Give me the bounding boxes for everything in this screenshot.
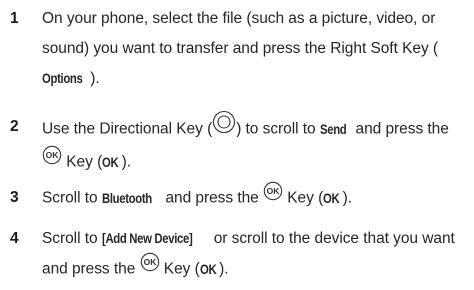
step-text-segment: ). [121, 153, 132, 171]
svg-text:OK: OK [46, 150, 60, 160]
options-keyword: Options [42, 71, 83, 86]
svg-text:OK: OK [143, 257, 157, 267]
step-number: 1 [10, 10, 19, 27]
step-number: 2 [10, 118, 19, 135]
step-number: 3 [10, 189, 19, 206]
step-text: Scroll to [Add New Device] or scroll to … [42, 224, 467, 285]
step-text-segment: Scroll to [42, 230, 102, 247]
step-text-segment: ). [342, 189, 353, 207]
send-keyword: Send [319, 121, 347, 137]
step-text-segment: Key ( [283, 189, 324, 207]
ok-keyword: OK [199, 261, 217, 277]
ok-key-icon: OK [263, 181, 283, 212]
step-text-segment: Key ( [159, 260, 200, 278]
step-text-segment: and press the [351, 120, 449, 138]
step-text-segment: ) to scroll to [236, 120, 320, 138]
step-text-segment: ). [219, 260, 229, 278]
step-text-segment: Key ( [62, 153, 103, 171]
svg-text:OK: OK [267, 186, 281, 196]
step-text-segment: On your phone, select the file (such as … [42, 10, 439, 57]
step-text: On your phone, select the file (such as … [42, 4, 467, 94]
step-text-segment: and press the [161, 189, 263, 207]
step-text: Use the Directional Key () to scroll to … [42, 110, 467, 178]
step-text-segment: Use the Directional Key ( [42, 120, 213, 138]
ok-key-icon: OK [140, 252, 160, 283]
step-number: 4 [10, 230, 19, 247]
ok-keyword: OK [102, 154, 119, 170]
step-text-segment: Scroll to [42, 189, 102, 207]
bluetooth-keyword: Bluetooth [101, 190, 152, 206]
ok-keyword: OK [323, 190, 340, 206]
step-text: Scroll to Bluetooth and press the OK Key… [42, 181, 467, 214]
directional-key-icon [212, 110, 236, 145]
step-text-segment: ). [90, 70, 100, 87]
ok-key-icon: OK [42, 145, 62, 176]
add-new-device-keyword: [Add New Device] [101, 231, 193, 246]
